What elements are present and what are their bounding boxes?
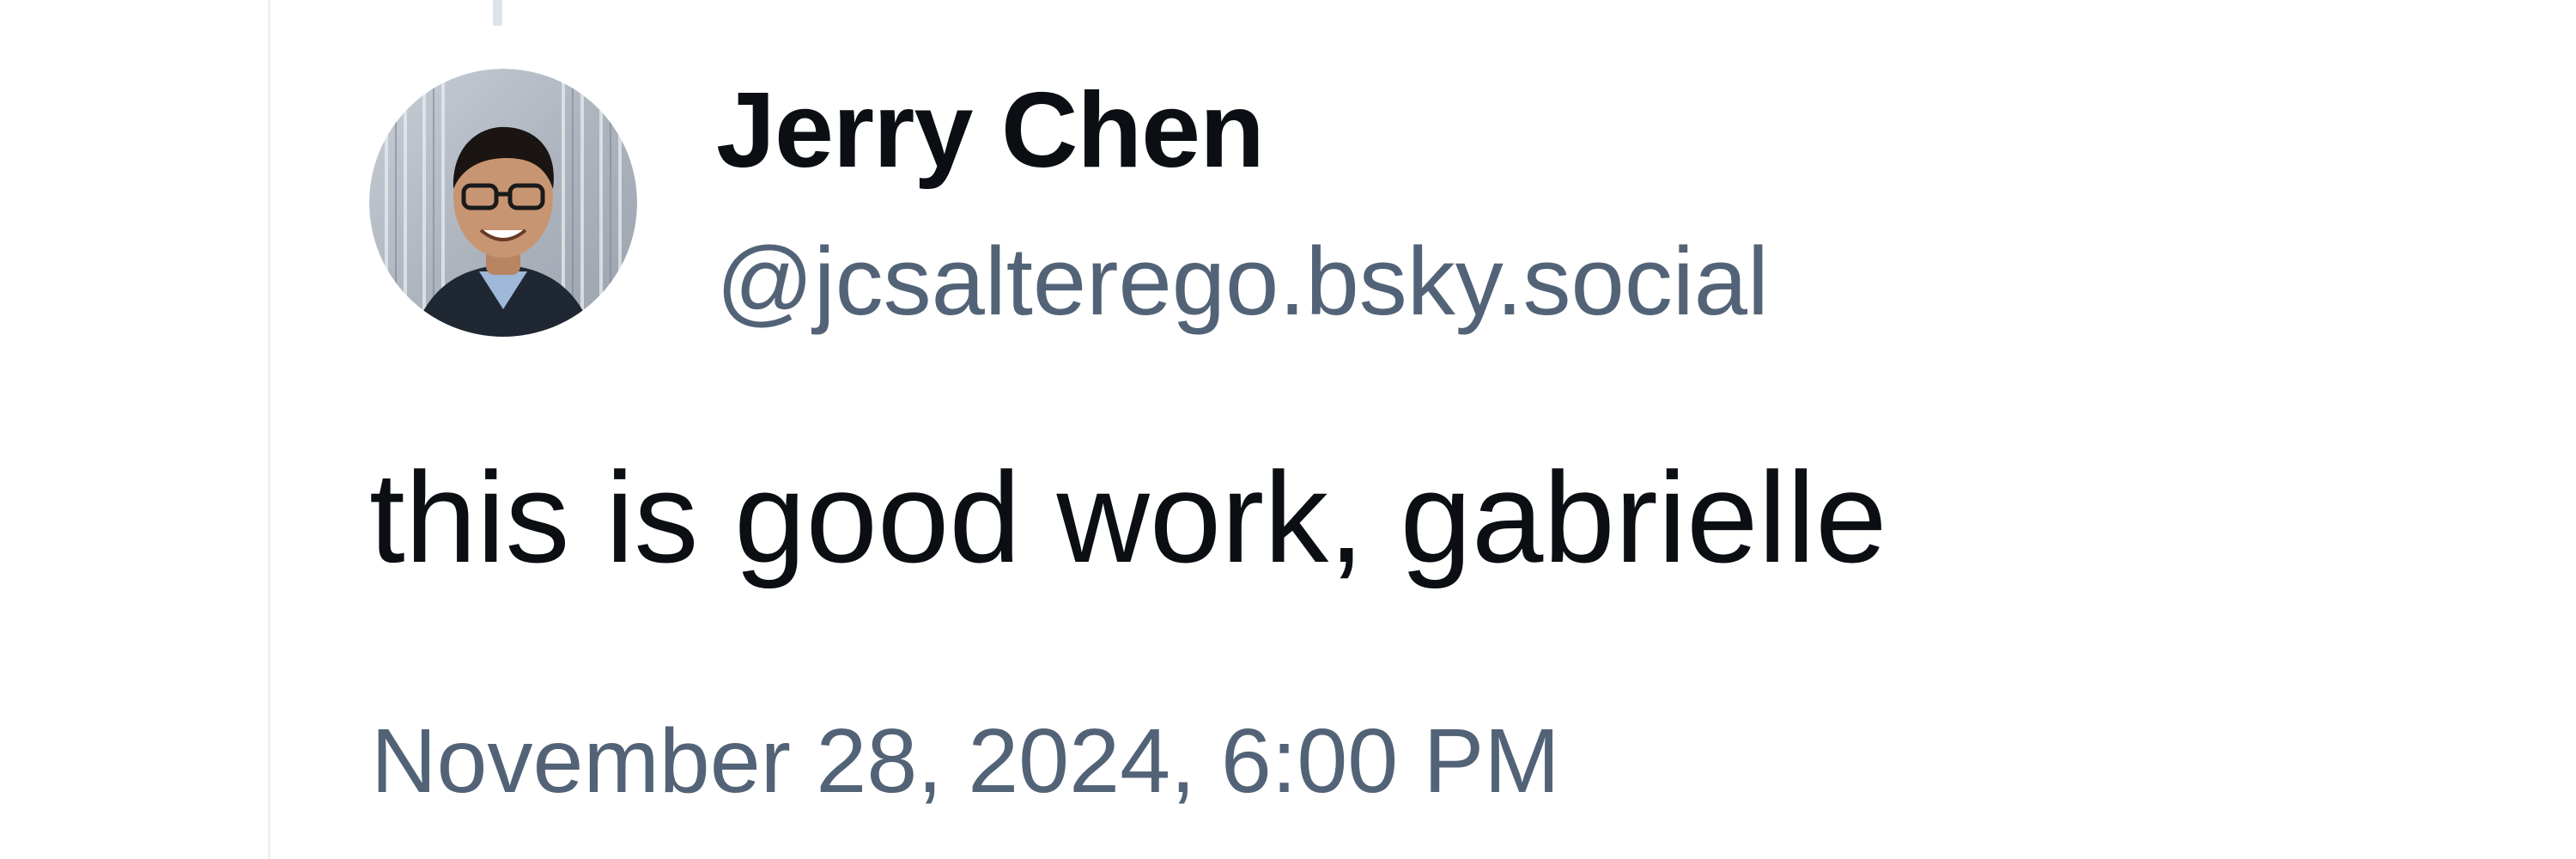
thread-connector-line bbox=[493, 0, 502, 26]
author-display-name[interactable]: Jerry Chen bbox=[716, 72, 1265, 190]
post-timestamp[interactable]: November 28, 2024, 6:00 PM bbox=[371, 711, 1560, 812]
content-column-border bbox=[268, 0, 270, 859]
author-handle[interactable]: @jcsalterego.bsky.social bbox=[716, 228, 1769, 334]
user-avatar-photo-icon bbox=[369, 69, 637, 337]
post-card: Jerry Chen @jcsalterego.bsky.social this… bbox=[369, 69, 2430, 842]
author-avatar[interactable] bbox=[369, 69, 637, 337]
post-body-text: this is good work, gabrielle bbox=[369, 445, 1887, 589]
